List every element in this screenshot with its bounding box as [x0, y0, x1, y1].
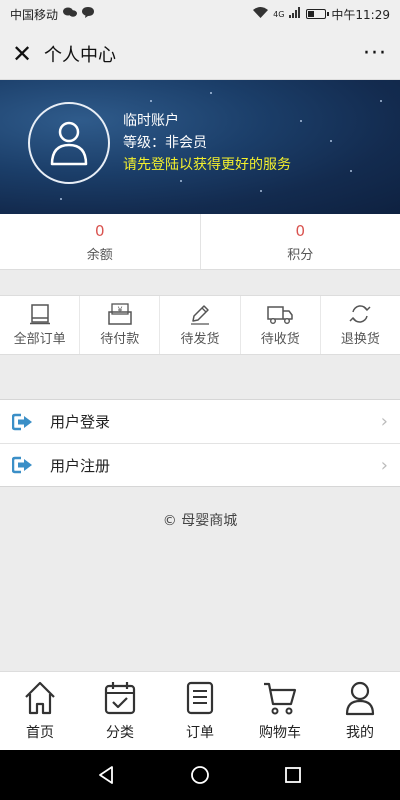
network-type-label: 4G — [273, 9, 285, 19]
order-pending-payment-button[interactable]: ¥ 待付款 — [79, 296, 159, 354]
chevron-right-icon: › — [380, 454, 388, 476]
profile-banner: 临时账户 等级：非会员 请先登陆以获得更好的服务 — [0, 80, 400, 214]
page-title: 个人中心 — [44, 44, 116, 66]
account-stats: 0 余额 0 积分 — [0, 214, 400, 270]
message-icon — [82, 7, 95, 21]
order-pending-receipt-label: 待收货 — [260, 332, 300, 347]
sign-in-icon — [12, 456, 32, 474]
home-nav-icon[interactable] — [190, 765, 210, 785]
home-icon — [25, 681, 55, 715]
close-icon[interactable]: ✕ — [0, 28, 44, 80]
tab-category-label: 分类 — [106, 725, 134, 741]
pending-receipt-icon — [267, 306, 293, 324]
order-returns-label: 退换货 — [340, 332, 380, 347]
order-pending-receipt-button[interactable]: 待收货 — [239, 296, 320, 354]
tab-mine-label: 我的 — [346, 725, 374, 741]
login-prompt[interactable]: 请先登陆以获得更好的服务 — [123, 154, 291, 176]
tab-cart[interactable]: 购物车 — [240, 672, 320, 750]
chevron-right-icon: › — [380, 411, 388, 432]
user-avatar-icon — [50, 121, 88, 166]
pending-payment-icon: ¥ — [108, 303, 132, 325]
battery-icon — [306, 9, 330, 19]
login-menu-item[interactable]: 用户登录 › — [0, 400, 400, 443]
account-menu: 用户登录 › 用户注册 › — [0, 399, 400, 487]
system-nav-bar — [0, 750, 400, 800]
clock-label: 中午11:29 — [331, 7, 390, 22]
account-name: 临时账户 — [123, 113, 179, 129]
order-pending-payment-label: 待付款 — [100, 332, 140, 347]
avatar[interactable] — [28, 102, 110, 184]
tab-orders[interactable]: 订单 — [160, 672, 240, 750]
balance-stat[interactable]: 0 余额 — [0, 214, 200, 269]
bottom-tab-bar: 首页 分类 订单 购物车 我的 — [0, 671, 400, 750]
member-level: 等级：非会员 — [123, 135, 207, 151]
tab-home[interactable]: 首页 — [0, 672, 80, 750]
balance-label: 余额 — [86, 248, 113, 263]
more-icon[interactable]: ··· — [350, 41, 400, 66]
title-bar: ✕ 个人中心 ··· — [0, 28, 400, 80]
register-menu-item[interactable]: 用户注册 › — [0, 443, 400, 486]
wifi-icon — [253, 7, 269, 21]
points-label: 积分 — [287, 248, 314, 263]
points-value: 0 — [295, 222, 306, 240]
login-label: 用户登录 — [50, 413, 111, 431]
order-all-button[interactable]: 全部订单 — [0, 296, 79, 354]
balance-value: 0 — [94, 222, 105, 240]
pending-shipment-icon — [191, 305, 209, 325]
tab-home-label: 首页 — [26, 725, 54, 741]
tab-orders-label: 订单 — [186, 725, 214, 741]
copyright-text: © 母婴商城 — [162, 513, 238, 529]
cart-icon — [264, 682, 297, 715]
tab-category[interactable]: 分类 — [80, 672, 160, 750]
back-icon[interactable] — [97, 765, 117, 785]
tab-mine[interactable]: 我的 — [320, 672, 400, 750]
returns-icon — [349, 305, 371, 323]
signal-icon — [289, 7, 301, 21]
order-pending-shipment-button[interactable]: 待发货 — [159, 296, 239, 354]
user-icon — [345, 681, 375, 716]
order-list-icon — [186, 681, 214, 715]
wechat-icon — [63, 7, 78, 21]
order-all-label: 全部订单 — [13, 332, 66, 347]
category-icon — [104, 682, 136, 715]
order-shortcuts: 全部订单 ¥ 待付款 待发货 待收货 退换货 — [0, 295, 400, 355]
svg-text:¥: ¥ — [117, 306, 122, 315]
recent-apps-icon[interactable] — [283, 765, 303, 785]
order-returns-button[interactable]: 退换货 — [319, 296, 400, 354]
all-orders-icon — [29, 304, 50, 325]
tab-cart-label: 购物车 — [259, 725, 301, 741]
order-pending-shipment-label: 待发货 — [180, 332, 220, 347]
register-label: 用户注册 — [50, 456, 111, 475]
points-stat[interactable]: 0 积分 — [199, 214, 400, 269]
status-bar: 中国移动 4G 中午11:29 — [0, 0, 400, 28]
sign-in-icon — [12, 413, 32, 430]
carrier-label: 中国移动 — [10, 7, 59, 22]
